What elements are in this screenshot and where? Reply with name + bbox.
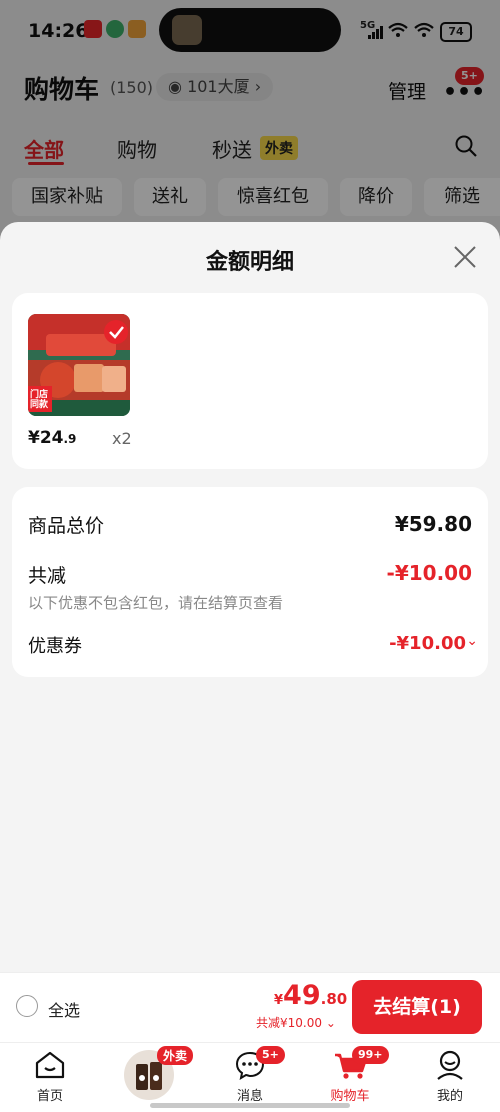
select-all-label[interactable]: 全选: [48, 997, 80, 1021]
product-price: ¥24.9: [28, 428, 77, 448]
takeout-tag: 外卖: [157, 1046, 194, 1065]
modal-overlay[interactable]: [0, 0, 500, 230]
tab-me[interactable]: 我的: [420, 1085, 480, 1104]
checkout-reduce[interactable]: 共减¥10.00 ⌄: [256, 1014, 336, 1031]
coupon-label: 优惠券: [28, 636, 82, 657]
tab-cart[interactable]: 购物车: [320, 1085, 380, 1104]
checkout-button[interactable]: 去结算(1): [352, 980, 482, 1034]
tab-messages[interactable]: 消息: [220, 1085, 280, 1104]
product-quantity: x2: [112, 429, 132, 448]
home-icon[interactable]: [34, 1050, 66, 1084]
product-image-tag: 门店同款: [30, 390, 49, 410]
product-image[interactable]: 门店同款: [28, 314, 130, 416]
total-price-label: 商品总价: [28, 515, 105, 537]
checkout-total: ¥49.80: [274, 980, 348, 1011]
coupon-value[interactable]: -¥10.00: [389, 633, 466, 654]
select-all-checkbox[interactable]: [16, 995, 38, 1017]
sheet-title: 金额明细: [205, 250, 294, 275]
chevron-down-icon[interactable]: ⌄: [466, 633, 478, 649]
home-indicator: [150, 1103, 350, 1108]
discount-note: 以下优惠不包含红包，请在结算页查看: [28, 594, 284, 612]
total-reduce-value: -¥10.00: [386, 561, 472, 585]
cart-badge: 99+: [352, 1046, 389, 1064]
message-badge: 5+: [256, 1046, 285, 1064]
tab-home[interactable]: 首页: [20, 1085, 80, 1104]
total-reduce-label: 共减: [28, 565, 67, 587]
profile-icon[interactable]: [434, 1049, 466, 1085]
total-price-value: ¥59.80: [394, 512, 472, 536]
close-icon[interactable]: [452, 244, 478, 270]
